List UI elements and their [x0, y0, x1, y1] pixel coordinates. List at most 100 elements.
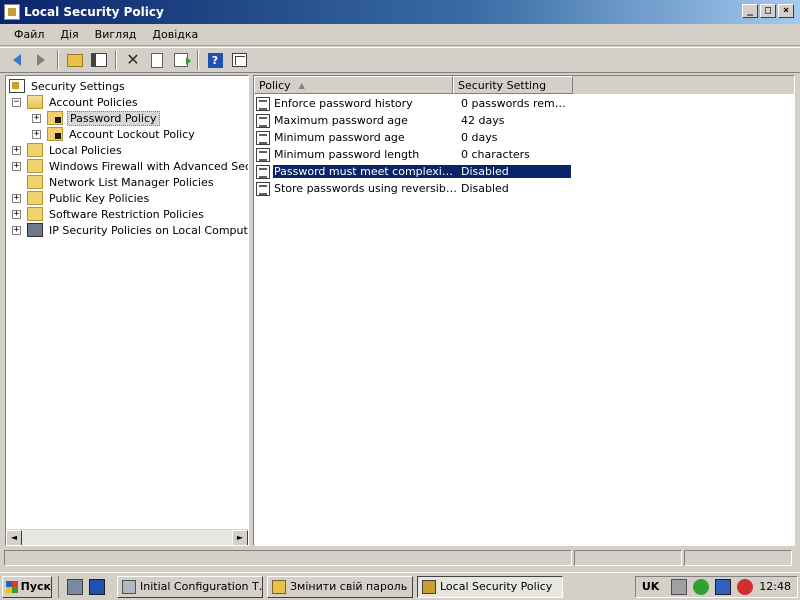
collapse-icon[interactable]: − — [12, 97, 21, 107]
tree-item-label: Windows Firewall with Advanced Security — [49, 159, 248, 173]
expand-icon[interactable]: + — [12, 145, 21, 155]
toolbar-separator — [57, 50, 59, 70]
tree-item-label: Network List Manager Policies — [49, 175, 214, 189]
scroll-left-button[interactable]: ◄ — [6, 529, 22, 545]
folder-icon — [27, 159, 43, 173]
list-header: Policy ▲ Security Setting — [254, 76, 794, 94]
show-hide-tree-button[interactable] — [88, 49, 110, 71]
taskbar-button-initial-config[interactable]: Initial Configuration T… — [117, 575, 263, 598]
column-header-label: Policy — [259, 78, 291, 92]
help-icon: ? — [207, 52, 223, 68]
tree-item-password-policy[interactable]: + Password Policy — [32, 110, 160, 126]
taskbar-button-label: Initial Configuration T… — [140, 580, 263, 593]
volume-muted-icon[interactable] — [737, 578, 754, 595]
action-pane-icon — [231, 53, 247, 67]
tree-item-label: Password Policy — [67, 110, 160, 126]
tree-item-account-lockout-policy[interactable]: + Account Lockout Policy — [32, 126, 197, 142]
tree-item-public-key-policies[interactable]: + Public Key Policies — [12, 190, 151, 206]
export-list-button[interactable] — [170, 49, 192, 71]
close-button[interactable]: × — [778, 4, 794, 18]
taskbar: Пуск Initial Configuration T… Змінити св… — [0, 572, 800, 600]
up-one-level-button[interactable] — [64, 49, 86, 71]
policy-value: Disabled — [461, 182, 509, 195]
help-button[interactable]: ? — [204, 49, 226, 71]
start-button[interactable]: Пуск — [2, 575, 52, 598]
tree-item-software-restriction[interactable]: + Software Restriction Policies — [12, 206, 206, 222]
status-segment — [574, 550, 682, 566]
expand-icon[interactable]: + — [32, 129, 41, 139]
menu-action[interactable]: Дія — [52, 26, 86, 43]
minimize-button[interactable]: _ — [742, 4, 758, 18]
title-bar: Local Security Policy _ □ × — [0, 0, 800, 24]
details-pane[interactable]: Policy ▲ Security Setting Enforce passwo… — [253, 75, 795, 546]
network-icon[interactable] — [715, 578, 732, 595]
policy-value: 0 characters — [461, 148, 530, 161]
policy-name: Enforce password history — [274, 97, 413, 110]
column-header-policy[interactable]: Policy ▲ — [254, 76, 453, 94]
properties-button[interactable] — [146, 49, 168, 71]
server-manager-icon[interactable] — [67, 578, 83, 595]
list-item[interactable]: Enforce password history 0 passwords rem… — [256, 95, 571, 112]
security-settings-icon — [9, 79, 25, 93]
scroll-right-button[interactable]: ► — [232, 529, 248, 545]
maximize-button[interactable]: □ — [760, 4, 776, 18]
column-header-security-setting[interactable]: Security Setting — [453, 76, 573, 94]
tree-item-windows-firewall[interactable]: + Windows Firewall with Advanced Securit… — [12, 158, 248, 174]
export-icon — [174, 53, 191, 67]
list-item[interactable]: Store passwords using reversible … Disab… — [256, 180, 571, 197]
show-desktop-icon[interactable] — [89, 578, 105, 595]
policy-setting-icon — [256, 96, 270, 111]
tree-item-label: Software Restriction Policies — [49, 207, 204, 221]
policy-name: Maximum password age — [274, 114, 408, 127]
menu-file[interactable]: Файл — [6, 26, 52, 43]
list-item-selected[interactable]: Password must meet complexity r… Disable… — [256, 163, 571, 180]
clock[interactable]: 12:48 — [759, 580, 791, 593]
system-tray: UK 12:48 — [634, 575, 798, 598]
policy-folder-icon — [47, 111, 63, 125]
tree-item-label: Account Policies — [49, 95, 138, 109]
forward-arrow-icon — [37, 54, 45, 66]
keyboard-icon[interactable] — [671, 578, 688, 595]
list-item[interactable]: Maximum password age 42 days — [256, 112, 571, 129]
taskbar-button-change-password[interactable]: Змінити свій пароль — [267, 575, 413, 598]
policy-setting-icon — [256, 130, 270, 145]
menu-view[interactable]: Вигляд — [87, 26, 145, 43]
horizontal-scrollbar[interactable]: ◄ ► — [6, 529, 248, 545]
tree-item-account-policies[interactable]: − Account Policies — [12, 94, 140, 110]
toolbar-separator — [115, 50, 117, 70]
show-hide-action-pane-button[interactable] — [228, 49, 250, 71]
tree-item-label: Public Key Policies — [49, 191, 150, 205]
policy-setting-icon — [256, 113, 270, 128]
tree-root[interactable]: Security Settings — [9, 78, 127, 94]
tree-item-label: Local Policies — [49, 143, 122, 157]
delete-button[interactable]: ✕ — [122, 49, 144, 71]
tree-item-ip-security[interactable]: + IP Security Policies on Local Computer — [12, 222, 248, 238]
expand-icon[interactable]: + — [12, 161, 21, 171]
tree-item-network-list-manager[interactable]: Network List Manager Policies — [12, 174, 216, 190]
policy-name: Minimum password length — [274, 148, 420, 161]
list-item[interactable]: Minimum password age 0 days — [256, 129, 571, 146]
policy-setting-icon — [256, 147, 270, 162]
delete-icon: ✕ — [126, 50, 140, 69]
console-tree[interactable]: Security Settings − Account Policies + P… — [5, 75, 249, 546]
sort-ascending-icon: ▲ — [298, 80, 305, 90]
expand-icon[interactable]: + — [12, 209, 21, 219]
security-policy-icon — [422, 579, 436, 594]
change-password-icon — [272, 579, 286, 594]
expand-icon[interactable]: + — [12, 193, 21, 203]
back-button[interactable] — [6, 49, 28, 71]
tree-item-local-policies[interactable]: + Local Policies — [12, 142, 124, 158]
forward-button[interactable] — [30, 49, 52, 71]
window-title: Local Security Policy — [24, 5, 164, 19]
taskbar-button-local-security-policy[interactable]: Local Security Policy — [417, 575, 563, 598]
security-shield-icon[interactable] — [693, 578, 710, 595]
status-bar — [0, 548, 800, 568]
folder-icon — [27, 175, 43, 189]
expand-icon[interactable]: + — [12, 225, 21, 235]
expand-icon[interactable]: + — [32, 113, 41, 123]
folder-icon — [27, 207, 43, 221]
menu-help[interactable]: Довідка — [144, 26, 206, 43]
language-indicator[interactable]: UK — [642, 580, 659, 593]
folder-open-icon — [27, 95, 43, 109]
list-item[interactable]: Minimum password length 0 characters — [256, 146, 571, 163]
